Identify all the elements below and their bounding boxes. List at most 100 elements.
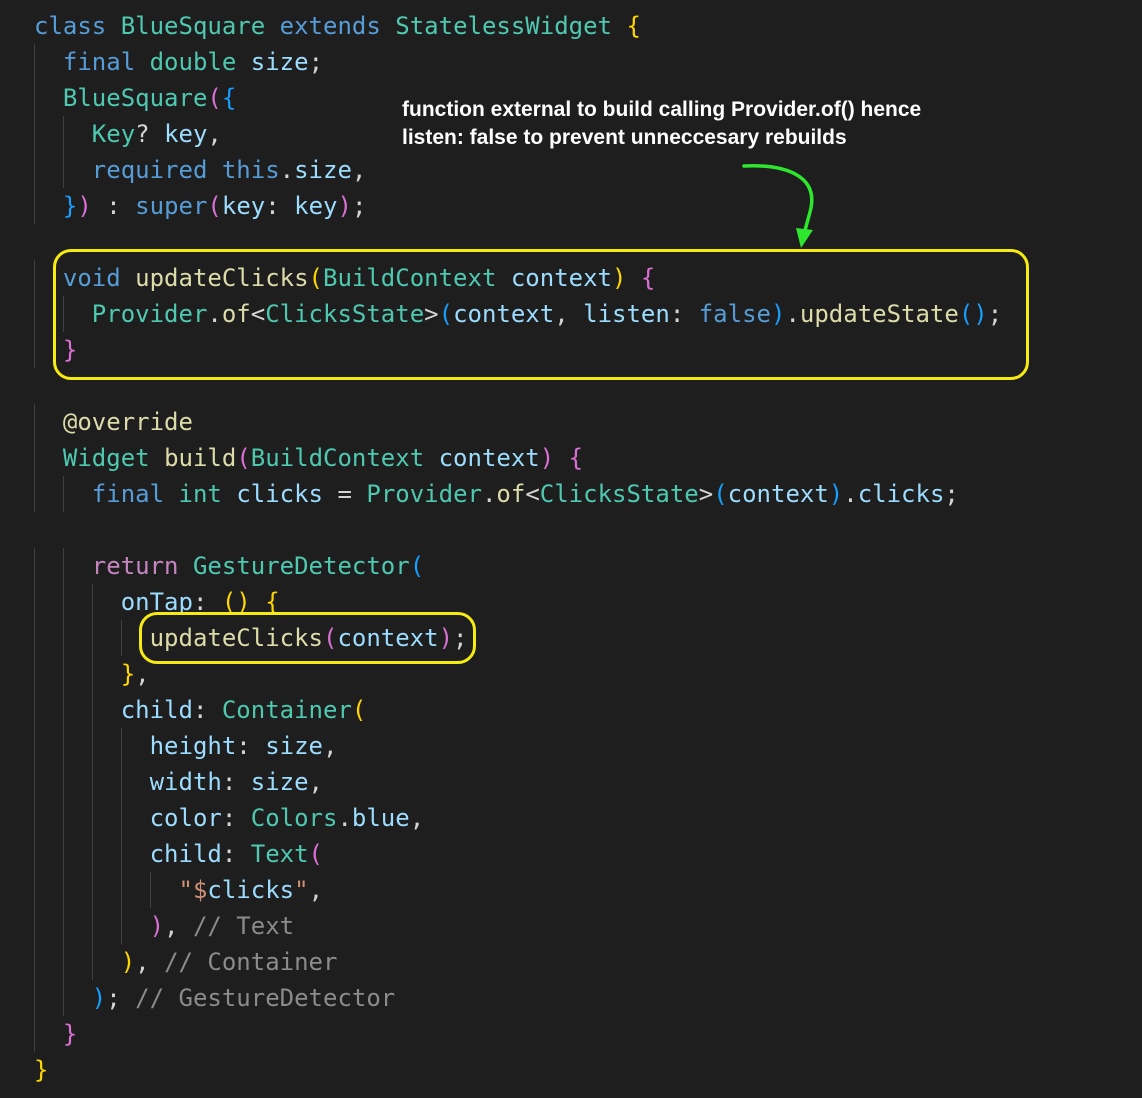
code-token: size	[294, 156, 352, 184]
code-token: {	[568, 444, 584, 472]
code-line: },	[34, 656, 150, 692]
code-token: StatelessWidget	[395, 12, 613, 40]
code-token: ,	[308, 768, 323, 796]
code-token: clicks	[207, 876, 295, 904]
code-token: >	[698, 480, 714, 508]
code-token: ;	[944, 480, 959, 508]
code-line: child: Text(	[34, 836, 323, 872]
code-token: :	[91, 192, 136, 220]
code-token: color	[149, 804, 222, 832]
code-line: final double size;	[34, 44, 323, 80]
code-line: final int clicks = Provider.of<ClicksSta…	[34, 476, 959, 512]
code-token: <	[525, 480, 540, 508]
code-token: {	[221, 84, 237, 112]
code-token: ;	[308, 48, 324, 76]
code-token: .	[481, 480, 497, 508]
code-token: }	[34, 1056, 49, 1084]
code-token: clicks	[857, 480, 945, 508]
code-line: BlueSquare({	[34, 80, 236, 116]
code-token: blue	[351, 804, 410, 832]
code-token: =	[323, 480, 367, 508]
code-token: Container	[221, 696, 352, 724]
code-line: }	[34, 1016, 77, 1052]
code-token: .	[279, 156, 295, 184]
code-line: ), // Text	[34, 908, 295, 944]
code-token: context	[438, 444, 540, 472]
code-token: )	[91, 984, 107, 1012]
code-token: @override	[62, 408, 193, 436]
code-editor[interactable]: class BlueSquare extends StatelessWidget…	[0, 0, 1142, 1098]
code-token: context	[727, 480, 829, 508]
code-line: height: size,	[34, 728, 338, 764]
code-token: ,	[351, 156, 367, 184]
code-token: )	[77, 192, 92, 220]
code-token: // GestureDetector	[135, 984, 396, 1012]
code-token: ,	[323, 732, 338, 760]
code-line: Key? key,	[34, 116, 222, 152]
code-token: clicks	[236, 480, 324, 508]
code-line: class BlueSquare extends StatelessWidget…	[34, 8, 641, 44]
code-token: ,	[308, 876, 324, 904]
code-line: "$clicks",	[34, 872, 324, 908]
code-token: ,	[135, 948, 165, 976]
code-token: // Container	[164, 948, 338, 976]
code-token: (	[351, 696, 367, 724]
code-line: color: Colors.blue,	[34, 800, 425, 836]
code-token: GestureDetector	[192, 552, 410, 580]
code-token: :	[192, 696, 222, 724]
code-token: ,	[409, 804, 425, 832]
annotation-line-1: function external to build calling Provi…	[402, 98, 922, 121]
code-token: child	[120, 696, 193, 724]
code-line: }) : super(key: key);	[34, 188, 367, 224]
code-token: final	[62, 48, 136, 76]
code-token: ClicksState	[539, 480, 699, 508]
code-token: (	[409, 552, 425, 580]
code-token: :	[221, 768, 251, 796]
code-token: )	[828, 480, 844, 508]
code-token: (	[236, 444, 251, 472]
code-line: }	[34, 1052, 48, 1088]
code-token: height	[149, 732, 237, 760]
code-token: "	[294, 876, 309, 904]
code-token: )	[149, 912, 165, 940]
code-token: double	[149, 48, 237, 76]
code-token: of	[496, 480, 526, 508]
green-curved-arrow-icon	[742, 164, 814, 248]
code-line: ); // GestureDetector	[34, 980, 395, 1016]
highlight-box-update-clicks-method	[53, 249, 1029, 380]
code-token: (	[207, 192, 222, 220]
code-token: .	[337, 804, 352, 832]
code-token: (	[713, 480, 728, 508]
code-line: Widget build(BuildContext context) {	[34, 440, 583, 476]
code-token: BlueSquare	[62, 84, 208, 112]
code-token: required	[91, 156, 208, 184]
code-token: ,	[207, 120, 222, 148]
highlight-box-update-clicks-call	[139, 612, 476, 664]
code-token: :	[265, 192, 295, 220]
code-token: Widget	[62, 444, 150, 472]
